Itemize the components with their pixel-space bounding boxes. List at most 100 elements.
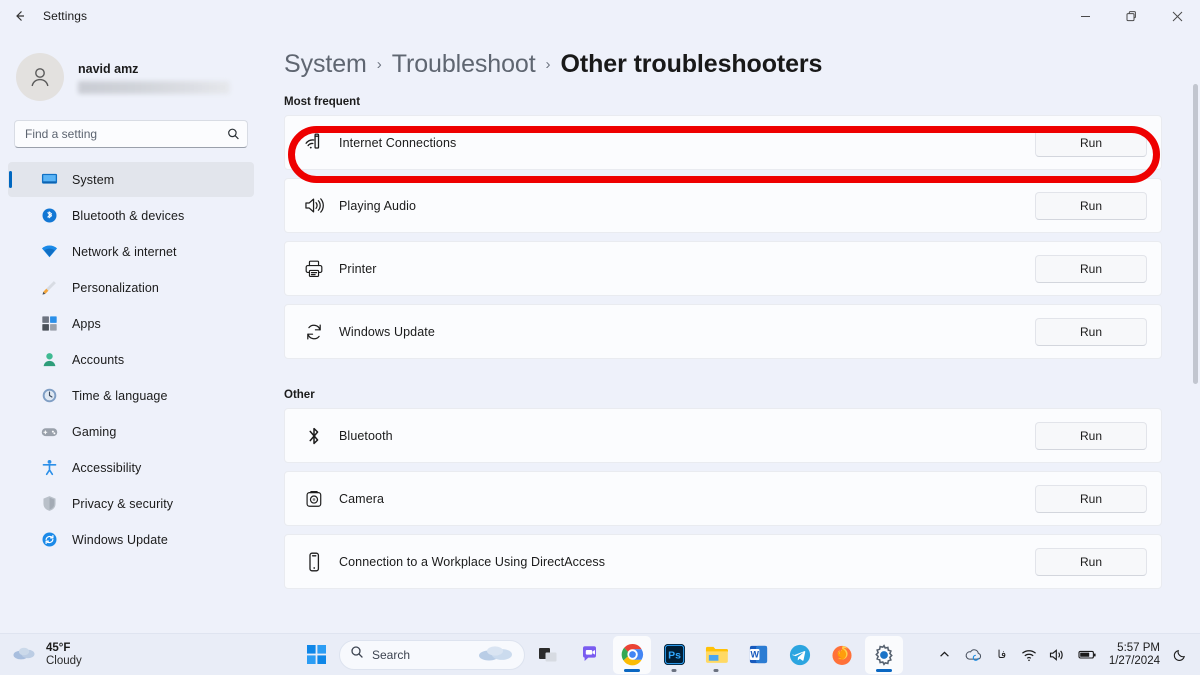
search-icon[interactable]	[227, 128, 240, 141]
sidebar-item-windows-update[interactable]: Windows Update	[8, 522, 254, 557]
taskbar-app-word[interactable]: W	[739, 636, 777, 674]
tray-volume-icon[interactable]	[1044, 638, 1071, 672]
taskbar-app-settings[interactable]	[865, 635, 903, 674]
search-input[interactable]	[25, 127, 219, 141]
taskbar-app-task-view[interactable]	[529, 636, 567, 674]
sidebar-item-privacy-security[interactable]: Privacy & security	[8, 486, 254, 521]
paintbrush-icon	[40, 279, 58, 297]
section-heading: Other	[284, 389, 315, 401]
troubleshooter-row[interactable]: Playing Audio Run	[284, 178, 1162, 233]
sidebar-item-time-language[interactable]: Time & language	[8, 378, 254, 413]
clock-globe-icon	[40, 387, 58, 405]
account-person-icon	[40, 351, 58, 369]
monitor-icon	[40, 171, 58, 189]
sidebar-item-label: Personalization	[72, 280, 159, 295]
update-refresh-icon	[40, 531, 58, 549]
sidebar-nav: System Bluetooth & devices Network & inter…	[0, 162, 262, 557]
close-button[interactable]	[1154, 0, 1200, 32]
sidebar-item-label: Network & internet	[72, 244, 177, 259]
sidebar-item-label: Privacy & security	[72, 496, 174, 511]
shield-icon	[40, 495, 58, 513]
troubleshooter-row[interactable]: Printer Run	[284, 241, 1162, 296]
troubleshooter-label: Camera	[339, 491, 385, 506]
tray-wifi-icon[interactable]	[1016, 638, 1042, 672]
svg-text:W: W	[750, 650, 759, 660]
taskbar-app-chat[interactable]	[571, 636, 609, 674]
search-icon	[350, 645, 364, 664]
troubleshooter-row[interactable]: Bluetooth Run	[284, 408, 1162, 463]
run-button[interactable]: Run	[1035, 254, 1147, 283]
troubleshooter-label: Printer	[339, 261, 377, 276]
troubleshooter-row[interactable]: Internet Connections Run	[284, 115, 1162, 170]
tray-language-indicator[interactable]: فا	[990, 638, 1014, 672]
run-button[interactable]: Run	[1035, 484, 1147, 513]
profile-email-redacted	[78, 80, 230, 94]
profile-name: navid amz	[78, 61, 139, 76]
taskbar-app-file-explorer[interactable]	[697, 636, 735, 674]
troubleshooter-list: Internet Connections Run Playing Audio Run P…	[262, 115, 1200, 359]
maximize-button[interactable]	[1108, 0, 1154, 32]
troubleshooter-label: Bluetooth	[339, 428, 393, 443]
taskbar-app-firefox[interactable]	[823, 636, 861, 674]
internet-signal-icon	[303, 132, 325, 153]
sidebar-item-personalization[interactable]: Personalization	[8, 270, 254, 305]
run-button[interactable]: Run	[1035, 547, 1147, 576]
refresh-arrows-icon	[303, 322, 325, 342]
sidebar-item-label: Gaming	[72, 424, 117, 439]
minimize-button[interactable]	[1062, 0, 1108, 32]
sidebar-item-label: Time & language	[72, 388, 168, 403]
sidebar-item-system[interactable]: System	[8, 162, 254, 197]
device-icon	[303, 551, 325, 573]
taskbar-app-telegram[interactable]	[781, 636, 819, 674]
user-profile[interactable]: navid amz	[0, 46, 262, 108]
search-cloud-icon	[476, 642, 516, 667]
troubleshooter-label: Internet Connections	[339, 135, 457, 150]
sidebar-item-label: Apps	[72, 316, 101, 331]
speaker-icon	[303, 196, 325, 215]
sidebar-item-label: Accessibility	[72, 460, 142, 475]
title-bar: Settings	[0, 0, 1200, 32]
tray-moon-icon[interactable]	[1168, 638, 1192, 672]
bluetooth-icon	[40, 207, 58, 225]
taskbar-search-label: Search	[372, 647, 411, 662]
run-button[interactable]: Run	[1035, 191, 1147, 220]
back-button[interactable]	[0, 0, 40, 32]
weather-temperature: 45°F	[46, 641, 71, 654]
section-heading: Most frequent	[284, 96, 361, 108]
weather-widget[interactable]: 45°F Cloudy	[0, 642, 82, 668]
clock-date: 1/27/2024	[1108, 654, 1160, 667]
sidebar-search	[0, 108, 262, 148]
troubleshooter-row[interactable]: Connection to a Workplace Using DirectAc…	[284, 534, 1162, 589]
breadcrumb-link[interactable]: System	[284, 50, 367, 79]
breadcrumb-separator: ›	[376, 56, 382, 73]
troubleshooter-row[interactable]: Windows Update Run	[284, 304, 1162, 359]
apps-grid-icon	[40, 315, 58, 333]
troubleshooter-row[interactable]: Camera Run	[284, 471, 1162, 526]
taskbar-search[interactable]: Search	[339, 639, 525, 670]
start-button[interactable]	[297, 636, 335, 674]
run-button[interactable]: Run	[1035, 317, 1147, 346]
window-title: Settings	[43, 9, 88, 23]
taskbar-app-photoshop[interactable]: Ps	[655, 636, 693, 674]
sidebar: navid amz System Bluetooth & devices Netwo…	[0, 32, 262, 633]
sidebar-item-bluetooth-devices[interactable]: Bluetooth & devices	[8, 198, 254, 233]
breadcrumb-link[interactable]: Troubleshoot	[392, 50, 536, 79]
tray-onedrive-icon[interactable]	[959, 638, 988, 672]
sidebar-item-network-internet[interactable]: Network & internet	[8, 234, 254, 269]
clock[interactable]: 5:57 PM 1/27/2024	[1105, 642, 1166, 668]
svg-text:Ps: Ps	[668, 650, 681, 662]
sidebar-item-accounts[interactable]: Accounts	[8, 342, 254, 377]
sidebar-item-accessibility[interactable]: Accessibility	[8, 450, 254, 485]
taskbar-app-chrome[interactable]	[613, 635, 651, 674]
sidebar-item-gaming[interactable]: Gaming	[8, 414, 254, 449]
content-scrollbar[interactable]	[1193, 84, 1198, 384]
system-tray: فا 5:57 PM 1/27/2024	[933, 634, 1200, 675]
tray-chevron-up-icon[interactable]	[933, 638, 957, 672]
taskbar-center: Search Ps W	[297, 635, 903, 674]
sidebar-item-label: Accounts	[72, 352, 125, 367]
run-button[interactable]: Run	[1035, 128, 1147, 157]
tray-battery-icon[interactable]	[1073, 638, 1103, 672]
sidebar-item-apps[interactable]: Apps	[8, 306, 254, 341]
troubleshooter-label: Playing Audio	[339, 198, 417, 213]
run-button[interactable]: Run	[1035, 421, 1147, 450]
